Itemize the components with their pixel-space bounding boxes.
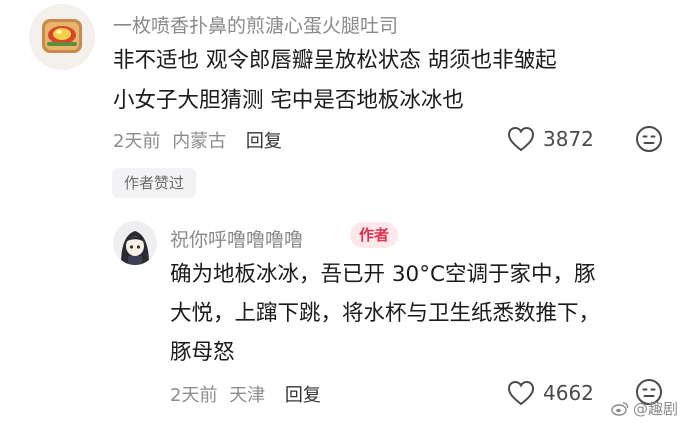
toast-avatar-image [29, 4, 95, 70]
reply-line-2: 大悦，上蹿下跳，将水杯与卫生纸悉数推下， [170, 301, 601, 326]
author-badge: 作者 [350, 222, 399, 248]
like-button[interactable]: 3872 [507, 126, 594, 152]
reply-username[interactable]: 祝你呼噜噜噜噜 [170, 225, 303, 252]
commenter-username[interactable]: 一枚喷香扑鼻的煎溏心蛋火腿吐司 [113, 11, 398, 38]
reply-time: 2天前 [170, 385, 218, 406]
reply-reply-button[interactable]: 回复 [285, 385, 321, 406]
comment-line-2: 小女子大胆猜测 宅中是否地板冰冰也 [113, 88, 464, 113]
heart-outline-icon [507, 380, 535, 406]
commenter-avatar[interactable] [29, 4, 95, 70]
dislike-button[interactable] [635, 125, 663, 153]
comment-location: 内蒙古 [172, 131, 227, 152]
anime-girl-avatar-image [113, 221, 157, 265]
heart-outline-icon [507, 126, 535, 152]
reply-button[interactable]: 回复 [246, 131, 282, 152]
reply-like-count: 4662 [543, 381, 594, 405]
weibo-logo-icon [611, 402, 629, 416]
reply-like-button[interactable]: 4662 [507, 380, 594, 406]
comment-line-1: 非不适也 观令郎唇瓣呈放松状态 胡须也非皱起 [113, 48, 557, 73]
like-count: 3872 [543, 127, 594, 151]
reply-location: 天津 [229, 385, 266, 406]
reply-meta: 2天前 天津 回复 [170, 381, 321, 407]
watermark: @趣剧 [611, 398, 678, 419]
comment-time: 2天前 [113, 131, 161, 152]
watermark-text: @趣剧 [632, 400, 678, 418]
reply-avatar[interactable] [113, 221, 157, 265]
reply-line-3: 豚母怒 [170, 340, 235, 365]
author-liked-badge: 作者赞过 [112, 168, 197, 198]
neutral-face-icon [636, 126, 662, 152]
reply-line-1: 确为地板冰冰，吾已开 30°C空调于家中，豚 [170, 262, 596, 287]
comment-meta: 2天前 内蒙古 回复 [113, 127, 282, 153]
